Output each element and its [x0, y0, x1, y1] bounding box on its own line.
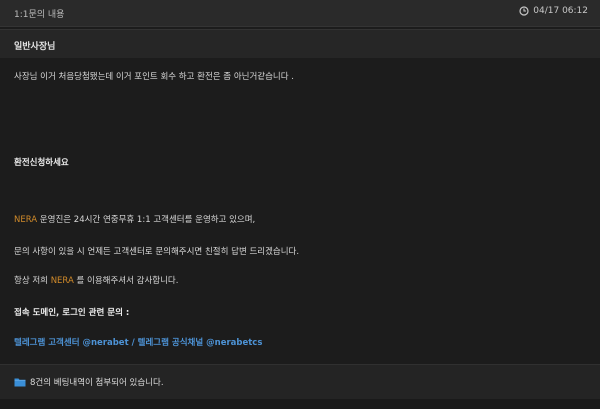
message-line-5-pre: 항상 저희 [14, 276, 51, 286]
timestamp: 04/17 06:12 [519, 6, 588, 16]
message-line-5-post: 를 이용해주셔서 감사합니다. [73, 276, 179, 286]
link-separator: / [128, 338, 138, 348]
inquiry-title: 1:1문의 내용 [14, 10, 65, 20]
message-line-1: 사장님 이거 처음당첨됐는데 이거 포인트 회수 하고 환전은 좀 아닌거같습니… [14, 72, 294, 82]
telegram-channel-link[interactable]: 텔레그램 공식채널 @nerabetcs [138, 338, 263, 348]
attachment-text: 8건의 베팅내역이 첨부되어 있습니다. [30, 378, 164, 388]
attachment-notice[interactable]: 8건의 베팅내역이 첨부되어 있습니다. [14, 376, 164, 388]
contact-links: 텔레그램 고객센터 @nerabet / 텔레그램 공식채널 @nerabetc… [14, 336, 262, 348]
author-name: 일반사장님 [14, 42, 56, 52]
bottom-spacer [0, 399, 600, 409]
message-line-6: 접속 도메인, 로그인 관련 문의 : [14, 308, 130, 318]
brand-name: NERA [14, 215, 38, 225]
timestamp-text: 04/17 06:12 [533, 6, 588, 16]
top-bar: 1:1문의 내용 04/17 06:12 [0, 0, 600, 27]
message-line-4: 문의 사항이 있을 시 언제든 고객센터로 문의해주시면 친절히 답변 드리겠습… [14, 247, 300, 257]
attachment-bar: 8건의 베팅내역이 첨부되어 있습니다. [0, 364, 600, 400]
clock-icon [519, 6, 529, 16]
message-body: 사장님 이거 처음당첨됐는데 이거 포인트 회수 하고 환전은 좀 아닌거같습니… [0, 58, 600, 363]
brand-name: NERA [50, 276, 74, 286]
author-header: 일반사장님 [0, 29, 600, 59]
message-line-2: 환전신청하세요 [14, 158, 69, 168]
message-line-3: NERA 운영진은 24시간 연중무휴 1:1 고객센터를 운영하고 있으며, [14, 213, 255, 225]
message-line-3-text: 운영진은 24시간 연중무휴 1:1 고객센터를 운영하고 있으며, [37, 215, 256, 225]
telegram-support-link[interactable]: 텔레그램 고객센터 @nerabet [14, 338, 129, 348]
folder-icon [14, 378, 26, 387]
message-line-5: 항상 저희 NERA 를 이용해주셔서 감사합니다. [14, 274, 178, 286]
